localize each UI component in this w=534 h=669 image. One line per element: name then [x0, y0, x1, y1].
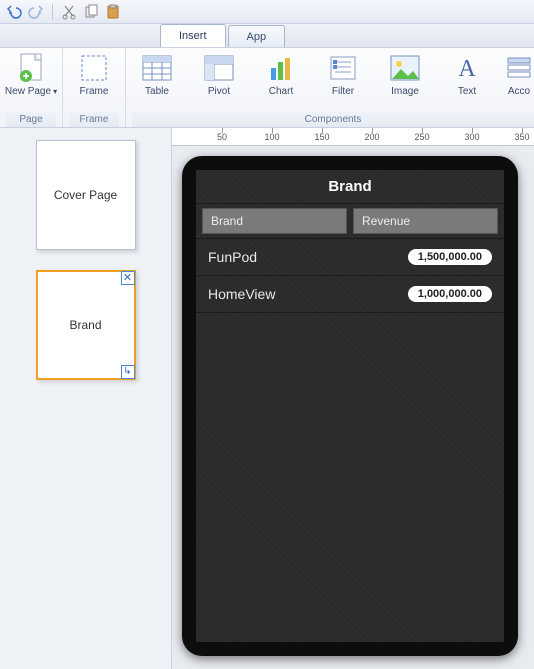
screen-title: Brand: [196, 170, 504, 204]
ribbon-tabs: Insert App: [0, 24, 534, 48]
design-canvas[interactable]: 50100150200250300350 Brand Brand Revenue…: [172, 128, 534, 669]
table-icon: [141, 52, 173, 84]
resize-handle-icon[interactable]: ↳: [121, 365, 135, 379]
undo-button[interactable]: [4, 2, 24, 22]
undo-icon: [6, 4, 22, 20]
text-icon: A: [451, 52, 483, 84]
image-icon: [389, 52, 421, 84]
pages-panel: Cover Page Brand ✕ ↳: [0, 128, 172, 669]
chart-button[interactable]: Chart: [256, 52, 306, 97]
pivot-icon: [203, 52, 235, 84]
ribbon-group-components: Table Pivot Chart Filter Image A Text: [126, 48, 534, 127]
text-button[interactable]: A Text: [442, 52, 492, 97]
new-page-label: New Page▾: [5, 86, 57, 97]
device-screen: Brand Brand Revenue FunPod 1,500,000.00 …: [196, 170, 504, 642]
new-page-icon: [15, 52, 47, 84]
copy-icon: [83, 4, 99, 20]
ribbon: New Page▾ Page Frame Frame Table Pivot: [0, 48, 534, 128]
cut-icon: [61, 4, 77, 20]
paste-icon: [105, 4, 121, 20]
quick-access-toolbar: [0, 0, 534, 24]
redo-button[interactable]: [26, 2, 46, 22]
row-value: 1,000,000.00: [408, 286, 492, 302]
workspace: Cover Page Brand ✕ ↳ 5010015020025030035…: [0, 128, 534, 669]
frame-button[interactable]: Frame: [69, 52, 119, 97]
copy-button[interactable]: [81, 2, 101, 22]
group-label-frame: Frame: [69, 112, 119, 127]
row-value: 1,500,000.00: [408, 249, 492, 265]
row-name: FunPod: [208, 249, 257, 265]
separator: [52, 4, 53, 20]
device-frame: Brand Brand Revenue FunPod 1,500,000.00 …: [182, 156, 518, 656]
image-label: Image: [391, 86, 419, 97]
accordion-label: Acco: [508, 86, 530, 97]
data-row[interactable]: FunPod 1,500,000.00: [196, 239, 504, 276]
text-label: Text: [458, 86, 476, 97]
redo-icon: [28, 4, 44, 20]
page-thumbnail-title: Cover Page: [54, 188, 117, 202]
frame-icon: [78, 52, 110, 84]
column-header-row: Brand Revenue: [196, 204, 504, 239]
pivot-label: Pivot: [208, 86, 230, 97]
svg-text:A: A: [458, 56, 476, 82]
data-row[interactable]: HomeView 1,000,000.00: [196, 276, 504, 313]
close-icon[interactable]: ✕: [121, 271, 135, 285]
column-header-brand[interactable]: Brand: [202, 208, 347, 234]
ribbon-group-page: New Page▾ Page: [0, 48, 63, 127]
page-thumbnail-brand[interactable]: Brand ✕ ↳: [36, 270, 136, 380]
chart-label: Chart: [269, 86, 293, 97]
column-header-revenue[interactable]: Revenue: [353, 208, 498, 234]
table-button[interactable]: Table: [132, 52, 182, 97]
dropdown-arrow-icon: ▾: [53, 87, 57, 96]
ribbon-group-frame: Frame Frame: [63, 48, 126, 127]
filter-button[interactable]: Filter: [318, 52, 368, 97]
filter-label: Filter: [332, 86, 354, 97]
image-button[interactable]: Image: [380, 52, 430, 97]
row-name: HomeView: [208, 286, 275, 302]
accordion-icon: [503, 52, 534, 84]
page-thumbnail-cover[interactable]: Cover Page: [36, 140, 136, 250]
frame-label: Frame: [80, 86, 109, 97]
filter-icon: [327, 52, 359, 84]
page-thumbnail-title: Brand: [69, 318, 101, 332]
accordion-button[interactable]: Acco: [504, 52, 534, 97]
cut-button[interactable]: [59, 2, 79, 22]
paste-button[interactable]: [103, 2, 123, 22]
group-label-components: Components: [132, 112, 534, 127]
tab-insert[interactable]: Insert: [160, 24, 226, 47]
horizontal-ruler: 50100150200250300350: [172, 128, 534, 146]
tab-app[interactable]: App: [228, 25, 286, 47]
chart-icon: [265, 52, 297, 84]
table-label: Table: [145, 86, 169, 97]
pivot-button[interactable]: Pivot: [194, 52, 244, 97]
group-label-page: Page: [6, 112, 56, 127]
new-page-button[interactable]: New Page▾: [6, 52, 56, 97]
